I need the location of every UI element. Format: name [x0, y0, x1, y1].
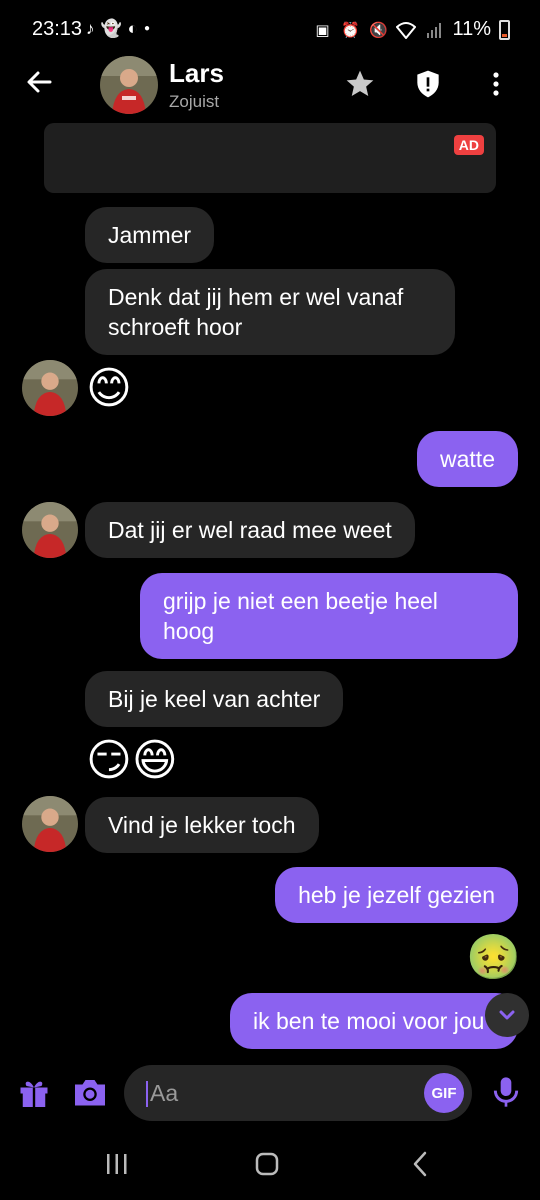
snapchat-icon: 👻	[100, 19, 122, 38]
contact-name[interactable]: Lars	[169, 58, 224, 89]
battery-saver-icon: ▣	[315, 21, 330, 39]
chat-header: Lars Zojuist	[0, 52, 540, 116]
mute-icon: 🔇	[369, 21, 388, 39]
ad-badge: AD	[453, 135, 484, 155]
message-bubble-outgoing[interactable]: watte	[417, 431, 518, 487]
message-bubble-incoming[interactable]: Jammer	[85, 207, 215, 263]
tiktok-icon: ♪	[86, 19, 95, 38]
contact-avatar-small	[22, 360, 78, 416]
text-cursor	[146, 1081, 148, 1107]
dot-icon: ●	[143, 23, 150, 34]
more-vertical-icon[interactable]	[484, 68, 508, 100]
message-bubble-incoming[interactable]: Dat jij er wel raad mee weet	[85, 502, 415, 558]
battery-percentage: 11%	[452, 18, 491, 40]
message-composer: Aa GIF	[0, 1058, 540, 1128]
ad-banner[interactable]: AD	[44, 123, 496, 193]
emoji-message[interactable]: 😏😄	[86, 736, 178, 786]
system-nav-bar	[0, 1130, 540, 1200]
message-bubble-outgoing[interactable]: grijp je niet een beetje heel hoog	[140, 573, 518, 659]
message-bubble-outgoing[interactable]: heb je jezelf gezien	[275, 867, 518, 923]
wifi-icon	[396, 20, 417, 40]
contact-avatar[interactable]	[100, 56, 158, 114]
status-bar: 23:13 ♪ 👻 ◐ ● ▣ ⏰ 🔇 11%	[0, 0, 540, 60]
message-input[interactable]: Aa GIF	[124, 1065, 472, 1121]
message-bubble-incoming[interactable]: Vind je lekker toch	[85, 797, 319, 853]
contact-status: Zojuist	[169, 92, 220, 111]
gift-icon[interactable]	[16, 1074, 52, 1110]
message-bubble-outgoing[interactable]: ik ben te mooi voor jou	[230, 993, 518, 1049]
app-icon: ◐	[127, 19, 138, 38]
alarm-icon: ⏰	[341, 21, 360, 39]
signal-icon	[424, 20, 444, 40]
contact-avatar-small	[22, 796, 78, 852]
chevron-down-icon	[499, 1010, 515, 1020]
scroll-to-bottom-button[interactable]	[485, 993, 529, 1037]
message-bubble-incoming[interactable]: Denk dat jij hem er wel vanaf schroeft h…	[85, 269, 455, 355]
home-icon[interactable]	[255, 1152, 279, 1176]
shield-alert-icon[interactable]	[412, 68, 444, 100]
gif-button[interactable]: GIF	[424, 1073, 464, 1113]
emoji-message[interactable]: 😊	[86, 364, 132, 414]
status-right-icons: ▣ ⏰ 🔇 11%	[312, 18, 510, 41]
camera-icon[interactable]	[70, 1074, 110, 1110]
recent-apps-icon[interactable]	[104, 1152, 130, 1176]
emoji-message[interactable]: 🤢	[466, 933, 521, 983]
back-arrow-icon[interactable]	[24, 66, 56, 98]
status-left-icons: ♪ 👻 ◐ ●	[86, 18, 150, 40]
message-bubble-incoming[interactable]: Bij je keel van achter	[85, 671, 344, 727]
star-icon[interactable]	[344, 68, 376, 100]
microphone-icon[interactable]	[490, 1074, 522, 1110]
status-time: 23:13	[32, 18, 83, 40]
battery-icon	[499, 19, 510, 40]
message-input-placeholder: Aa	[150, 1080, 179, 1106]
contact-avatar-small	[22, 502, 78, 558]
nav-back-icon[interactable]	[408, 1150, 432, 1178]
